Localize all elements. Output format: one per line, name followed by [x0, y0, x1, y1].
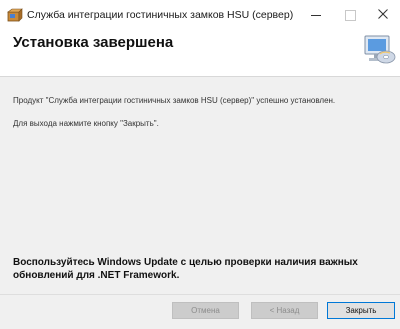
close-button[interactable]: Закрыть [327, 302, 395, 319]
close-window-button[interactable] [366, 0, 400, 30]
header-panel: Установка завершена [0, 30, 400, 78]
windows-update-notice: Воспользуйтесь Windows Update с целью пр… [13, 257, 358, 281]
button-bar: Отмена < Назад Закрыть [0, 295, 400, 329]
success-message: Продукт "Служба интеграции гостиничных з… [13, 96, 336, 105]
installer-box-icon [7, 8, 23, 22]
page-title: Установка завершена [13, 34, 174, 51]
maximize-icon [344, 9, 356, 21]
cancel-button[interactable]: Отмена [172, 302, 239, 319]
exit-instruction: Для выхода нажмите кнопку "Закрыть". [13, 119, 159, 128]
minimize-button[interactable] [299, 0, 333, 30]
title-bar[interactable]: Служба интеграции гостиничных замков HSU… [0, 0, 400, 30]
maximize-button[interactable] [333, 0, 367, 30]
minimize-icon [311, 14, 321, 16]
close-icon [378, 6, 388, 24]
back-button[interactable]: < Назад [251, 302, 318, 319]
setup-computer-disc-icon [360, 30, 396, 68]
window-title: Служба интеграции гостиничных замков HSU… [27, 9, 294, 21]
content-panel: Продукт "Служба интеграции гостиничных з… [0, 77, 400, 294]
